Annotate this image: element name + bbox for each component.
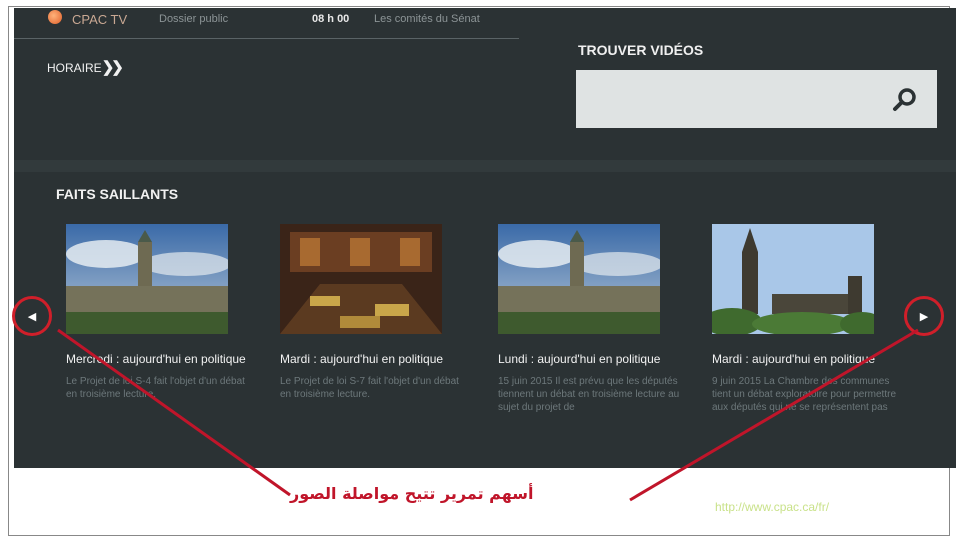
annotation-arrows <box>57 328 919 502</box>
source-url: http://www.cpac.ca/fr/ <box>715 500 830 514</box>
arabic-annotation: أسهم تمرير تتيح مواصلة الصور <box>290 484 534 503</box>
